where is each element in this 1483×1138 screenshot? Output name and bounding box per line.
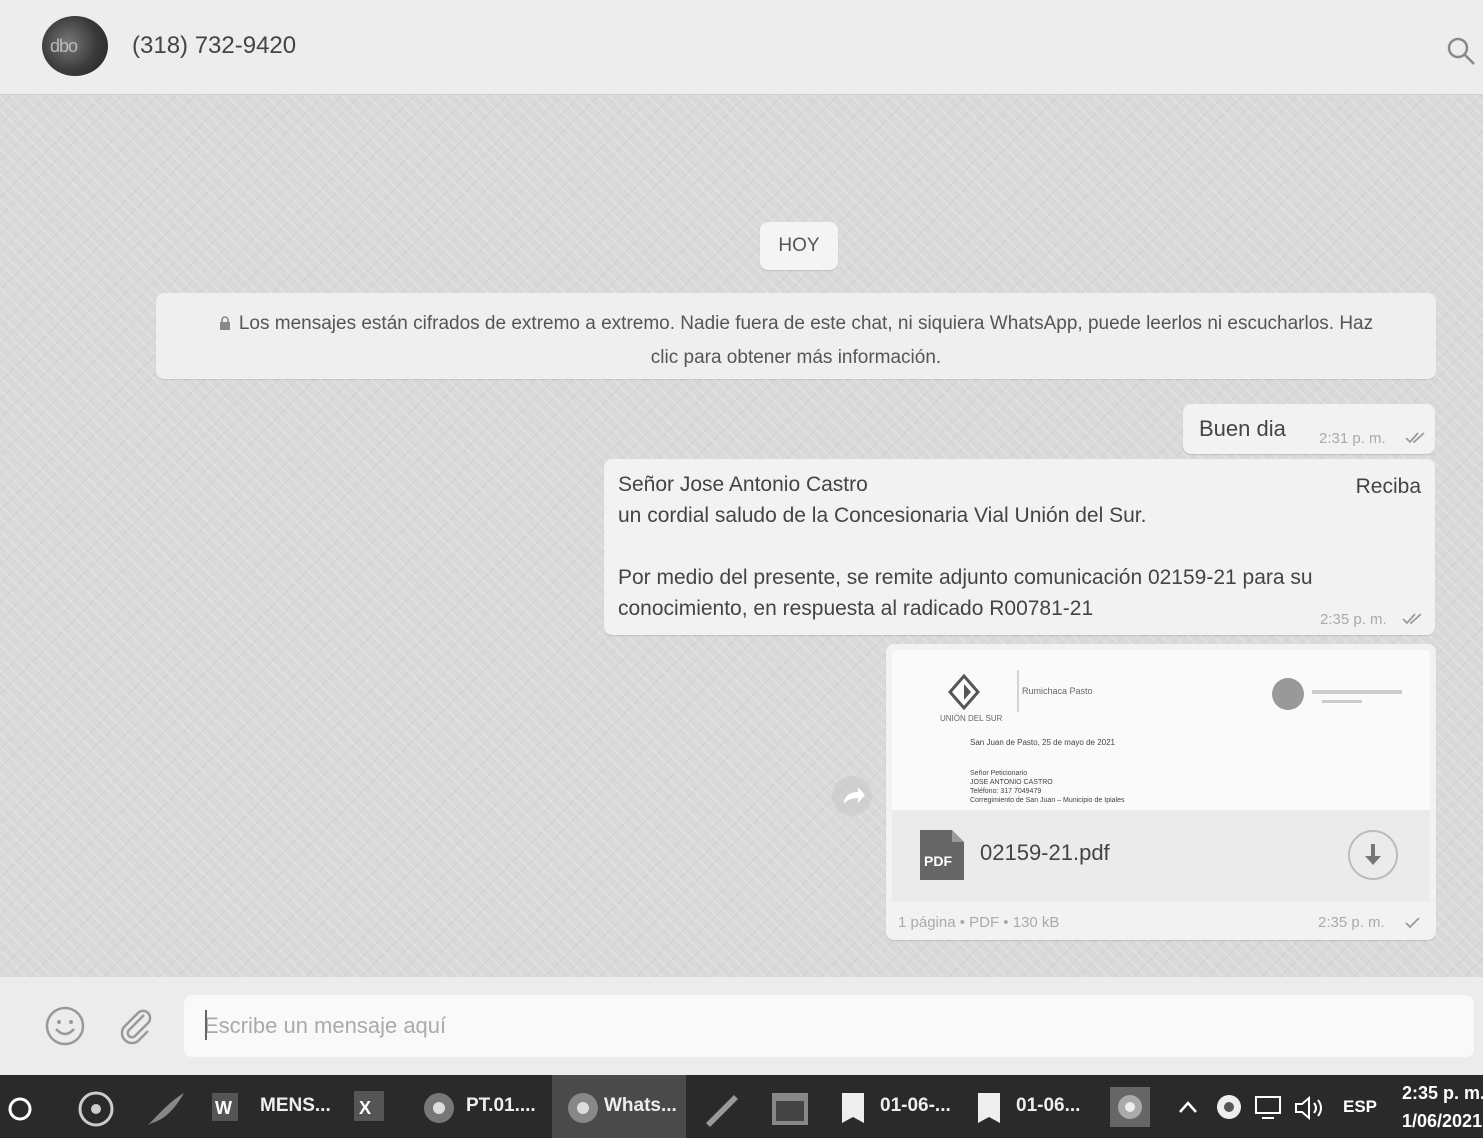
document-preview[interactable]: UNIÓN DEL SUR Rumichaca Pasto San Juan d…	[892, 650, 1430, 810]
word-icon: W	[212, 1093, 238, 1121]
pdf-icon: PDF	[920, 830, 964, 880]
double-check-icon	[1402, 613, 1422, 625]
text-cursor	[205, 1010, 207, 1040]
feather-app-icon[interactable]	[144, 1089, 188, 1129]
preview-logo-caption: UNIÓN DEL SUR	[940, 714, 1003, 723]
encryption-notice-line2: clic para obtener más información.	[650, 347, 942, 368]
taskbar-item-word[interactable]: W MENS...	[208, 1075, 340, 1138]
message-text-line: Señor Jose Antonio Castro	[618, 473, 868, 496]
avatar-text: dbo	[50, 36, 78, 56]
svg-text:PDF: PDF	[924, 853, 952, 869]
chrome-app-icon[interactable]	[1108, 1085, 1152, 1129]
taskbar-item-file-1[interactable]: 01-06-...	[830, 1075, 958, 1138]
chat-header: dbo (318) 732-9420	[0, 0, 1483, 95]
day-separator: HOY	[760, 222, 838, 270]
volume-icon[interactable]	[1294, 1095, 1328, 1121]
svg-text:W: W	[215, 1098, 232, 1118]
taskbar: W MENS... X PT.01.... Whats... 01-06-...	[0, 1075, 1483, 1138]
message-time: 2:35 p. m.	[1320, 611, 1387, 628]
message-input[interactable]	[184, 995, 1474, 1057]
preview-address: Señor Peticionario	[970, 770, 1028, 777]
message-time: 2:35 p. m.	[1318, 914, 1385, 931]
document-message[interactable]: UNIÓN DEL SUR Rumichaca Pasto San Juan d…	[886, 644, 1436, 940]
contact-name[interactable]: (318) 732-9420	[132, 32, 296, 60]
svg-text:X: X	[359, 1098, 371, 1118]
double-check-icon	[1405, 432, 1425, 444]
message-time: 2:31 p. m.	[1319, 430, 1386, 447]
forward-icon[interactable]	[832, 776, 872, 816]
taskbar-item-label: PT.01....	[466, 1095, 536, 1116]
excel-icon[interactable]: X	[354, 1089, 398, 1125]
download-icon	[1365, 844, 1381, 865]
document-file-row[interactable]: PDF 02159-21.pdf	[892, 810, 1430, 902]
document-icon	[978, 1093, 1000, 1123]
emoji-icon[interactable]	[44, 1005, 86, 1047]
language-indicator[interactable]: ESP	[1343, 1097, 1377, 1117]
preview-address: JOSE ANTONIO CASTRO	[970, 779, 1053, 786]
chrome-icon	[424, 1093, 454, 1123]
message-text-line: Reciba	[1355, 475, 1421, 498]
outgoing-message[interactable]: Señor Jose Antonio Castro Reciba un cord…	[604, 459, 1435, 635]
monitor-icon[interactable]	[1254, 1095, 1286, 1121]
lock-icon	[219, 316, 230, 330]
pen-app-icon[interactable]	[700, 1089, 744, 1129]
message-text-line: conocimiento, en respuesta al radicado R…	[618, 597, 1094, 620]
search-circle-icon[interactable]	[6, 1095, 34, 1123]
preview-address: Corregimiento de San Juan – Municipio de…	[970, 797, 1125, 804]
chrome-icon	[568, 1093, 598, 1123]
encryption-notice-line1: Los mensajes están cifrados de extremo a…	[238, 313, 1374, 334]
taskbar-item-label: 01-06...	[1016, 1095, 1081, 1116]
single-check-icon	[1405, 917, 1420, 929]
preview-date: San Juan de Pasto, 25 de mayo de 2021	[970, 738, 1115, 747]
chevron-up-icon[interactable]	[1178, 1099, 1198, 1115]
taskbar-item-label: Whats...	[604, 1095, 677, 1116]
clock-time[interactable]: 2:35 p. m.	[1402, 1083, 1483, 1104]
outgoing-message[interactable]: Buen dia 2:31 p. m.	[1183, 404, 1435, 454]
taskbar-item-label: MENS...	[260, 1095, 331, 1116]
calendar-app-icon[interactable]	[768, 1089, 812, 1129]
message-text-line: un cordial saludo de la Concesionaria Vi…	[618, 504, 1147, 527]
file-name: 02159-21.pdf	[980, 840, 1110, 865]
preview-address: Teléfono: 317 7049479	[970, 788, 1042, 795]
file-meta: 1 página • PDF • 130 kB	[898, 914, 1060, 931]
message-text: Buen dia	[1199, 416, 1286, 441]
search-icon[interactable]	[1446, 36, 1476, 66]
taskbar-item-file-2[interactable]: 01-06...	[966, 1075, 1092, 1138]
paperclip-icon[interactable]	[114, 1003, 156, 1045]
download-button[interactable]	[1348, 830, 1398, 880]
preview-logo-text: Rumichaca Pasto	[1022, 686, 1093, 696]
taskbar-item-label: 01-06-...	[880, 1095, 951, 1116]
taskbar-item-chrome-1[interactable]: PT.01....	[414, 1075, 548, 1138]
taskbar-item-whatsapp[interactable]: Whats...	[552, 1075, 686, 1138]
task-view-icon[interactable]	[76, 1089, 116, 1129]
document-preview-image	[948, 670, 1402, 712]
message-text-line: Por medio del presente, se remite adjunt…	[618, 566, 1313, 589]
message-composer	[0, 977, 1483, 1075]
network-globe-icon[interactable]	[1214, 1093, 1244, 1121]
clock-date[interactable]: 1/06/2021	[1402, 1111, 1482, 1132]
encryption-notice[interactable]: Los mensajes están cifrados de extremo a…	[156, 293, 1436, 379]
document-icon	[842, 1093, 864, 1123]
